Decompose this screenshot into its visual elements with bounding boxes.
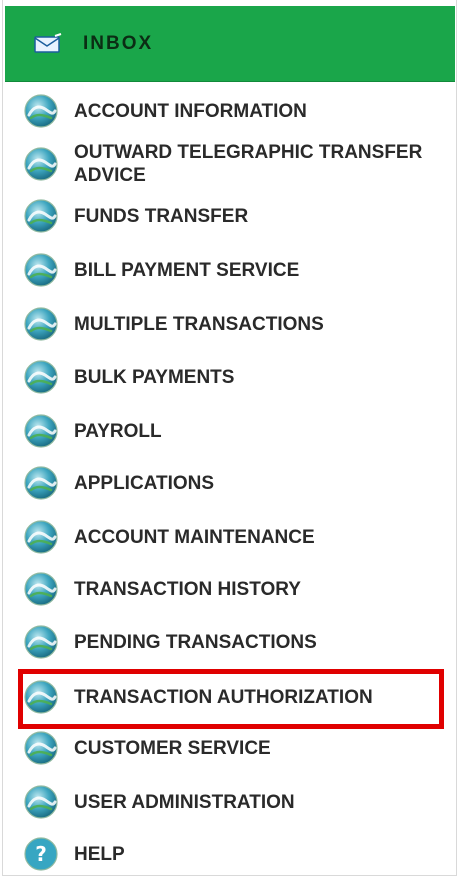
menu-item-account-maintenance[interactable]: ACCOUNT MAINTENANCE [18, 517, 458, 557]
menu-item-label: TRANSACTION HISTORY [74, 578, 301, 600]
menu-item-label: BULK PAYMENTS [74, 366, 235, 388]
menu-item-label: USER ADMINISTRATION [74, 791, 295, 813]
help-icon: ? [22, 835, 60, 873]
menu-item-label: PAYROLL [74, 420, 162, 442]
menu-item-customer-service[interactable]: CUSTOMER SERVICE [18, 728, 458, 768]
menu-item-label: OUTWARD TELEGRAPHIC TRANSFER ADVICE [74, 142, 423, 186]
menu-item-label: ACCOUNT MAINTENANCE [74, 526, 315, 548]
menu-item-help[interactable]: ? HELP [18, 834, 458, 874]
globe-icon [22, 570, 60, 608]
menu-item-pending-transactions[interactable]: PENDING TRANSACTIONS [18, 622, 458, 662]
globe-icon [22, 783, 60, 821]
svg-text:?: ? [35, 842, 47, 866]
globe-icon [22, 412, 60, 450]
menu-item-label: APPLICATIONS [74, 472, 215, 494]
menu-item-bulk-payments[interactable]: BULK PAYMENTS [18, 357, 458, 397]
globe-icon [22, 678, 60, 716]
globe-icon [22, 729, 60, 767]
menu-item-applications[interactable]: APPLICATIONS [18, 463, 458, 503]
envelope-icon [33, 32, 63, 55]
menu-item-multiple-transactions[interactable]: MULTIPLE TRANSACTIONS [18, 304, 458, 344]
menu-item-label: ACCOUNT INFORMATION [74, 100, 307, 122]
menu-item-bill-payment-service[interactable]: BILL PAYMENT SERVICE [18, 250, 458, 290]
globe-icon [22, 358, 60, 396]
globe-icon [22, 464, 60, 502]
globe-icon [22, 145, 60, 183]
menu-item-outward-telegraphic-transfer-advice[interactable]: OUTWARD TELEGRAPHIC TRANSFER ADVICE [18, 138, 458, 190]
menu-item-label: FUNDS TRANSFER [74, 205, 249, 227]
menu-item-label: TRANSACTION AUTHORIZATION [74, 686, 373, 708]
menu-item-payroll[interactable]: PAYROLL [18, 411, 458, 451]
globe-icon [22, 623, 60, 661]
globe-icon [22, 197, 60, 235]
inbox-title: INBOX [83, 32, 154, 54]
menu-item-transaction-authorization[interactable]: TRANSACTION AUTHORIZATION [18, 677, 458, 717]
globe-icon [22, 92, 60, 130]
menu-item-user-administration[interactable]: USER ADMINISTRATION [18, 782, 458, 822]
menu-item-label: BILL PAYMENT SERVICE [74, 259, 300, 281]
globe-icon [22, 251, 60, 289]
menu-item-label: MULTIPLE TRANSACTIONS [74, 313, 324, 335]
menu-item-label: PENDING TRANSACTIONS [74, 631, 317, 653]
menu-item-label: CUSTOMER SERVICE [74, 737, 271, 759]
globe-icon [22, 305, 60, 343]
inbox-header[interactable]: INBOX [5, 6, 455, 82]
menu-item-label: HELP [74, 843, 125, 865]
menu-item-funds-transfer[interactable]: FUNDS TRANSFER [18, 196, 458, 236]
menu-item-account-information[interactable]: ACCOUNT INFORMATION [18, 91, 458, 131]
globe-icon [22, 518, 60, 556]
menu-item-transaction-history[interactable]: TRANSACTION HISTORY [18, 569, 458, 609]
